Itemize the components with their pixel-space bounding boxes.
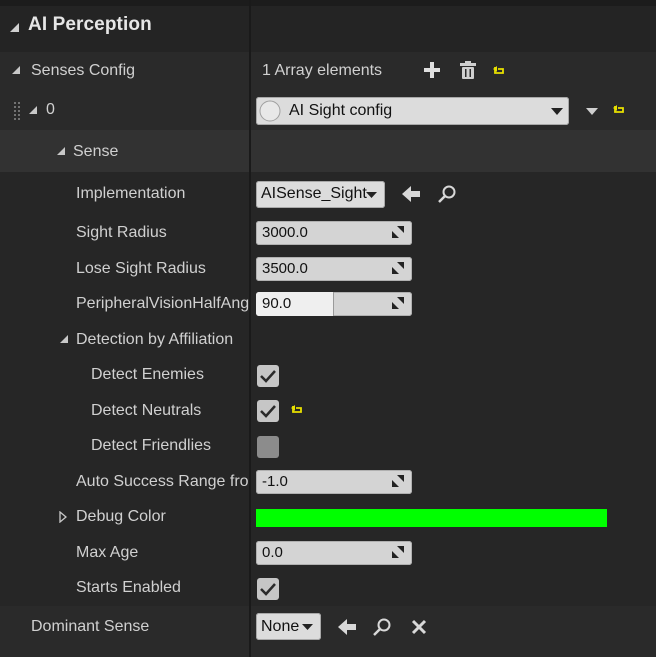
max-age-value: 0.0 bbox=[262, 544, 283, 561]
senses-config-row: Senses Config 1 Array elements bbox=[0, 52, 656, 90]
sense-category-row: Sense bbox=[0, 130, 656, 172]
checkmark-icon bbox=[260, 583, 276, 596]
lose-sight-radius-label: Lose Sight Radius bbox=[76, 260, 206, 277]
drag-handle-icon[interactable] bbox=[13, 101, 21, 121]
section-title: AI Perception bbox=[28, 14, 152, 35]
implementation-value: AISense_Sight bbox=[261, 185, 367, 202]
debug-color-swatch[interactable] bbox=[256, 509, 607, 527]
chevron-down-icon bbox=[551, 108, 563, 115]
clear-icon[interactable] bbox=[411, 619, 427, 635]
detect-enemies-label: Detect Enemies bbox=[91, 366, 204, 383]
element-options-chevron-icon[interactable] bbox=[586, 108, 598, 116]
max-age-input[interactable]: 0.0 bbox=[256, 541, 412, 565]
peripheral-vision-value: 90.0 bbox=[262, 295, 292, 312]
reset-to-default-icon[interactable] bbox=[291, 404, 303, 416]
chevron-down-icon bbox=[366, 192, 377, 198]
detect-friendlies-label: Detect Friendlies bbox=[91, 437, 212, 454]
auto-success-range-value: -1.0 bbox=[262, 473, 288, 490]
implementation-dropdown[interactable]: AISense_Sight bbox=[256, 181, 385, 208]
senses-config-label: Senses Config bbox=[31, 62, 136, 79]
expand-arrow-icon[interactable] bbox=[60, 335, 69, 344]
expand-arrow-collapsed-icon[interactable] bbox=[59, 511, 67, 523]
detect-enemies-checkbox[interactable] bbox=[257, 365, 279, 387]
dominant-sense-value: None bbox=[261, 618, 300, 635]
max-age-label: Max Age bbox=[76, 544, 139, 561]
dominant-sense-label: Dominant Sense bbox=[31, 618, 150, 635]
expand-arrow-icon[interactable] bbox=[29, 106, 38, 115]
implementation-label: Implementation bbox=[76, 185, 186, 202]
detect-neutrals-checkbox[interactable] bbox=[257, 400, 279, 422]
header-top-bar bbox=[0, 0, 656, 6]
auto-success-range-label: Auto Success Range fror bbox=[76, 473, 249, 490]
peripheral-vision-slider[interactable]: 90.0 bbox=[256, 292, 412, 316]
starts-enabled-checkbox[interactable] bbox=[257, 578, 279, 600]
reset-to-default-icon[interactable] bbox=[493, 65, 505, 77]
auto-success-range-input[interactable]: -1.0 bbox=[256, 470, 412, 494]
drag-value-icon bbox=[392, 546, 404, 558]
sense-config-value: AI Sight config bbox=[289, 102, 393, 119]
drag-value-icon bbox=[392, 262, 404, 274]
sight-radius-input[interactable]: 3000.0 bbox=[256, 221, 412, 245]
expand-arrow-icon[interactable] bbox=[12, 66, 21, 75]
search-icon[interactable] bbox=[438, 185, 456, 203]
sight-radius-value: 3000.0 bbox=[262, 224, 308, 241]
chevron-down-icon bbox=[302, 624, 313, 630]
array-element-0-row: 0 AI Sight config bbox=[0, 90, 656, 130]
expand-arrow-icon[interactable] bbox=[57, 147, 66, 156]
dominant-sense-dropdown[interactable]: None bbox=[256, 613, 321, 640]
class-icon bbox=[259, 100, 281, 122]
column-divider[interactable] bbox=[249, 0, 251, 657]
trash-icon[interactable] bbox=[460, 61, 476, 79]
debug-color-label: Debug Color bbox=[76, 508, 166, 525]
starts-enabled-label: Starts Enabled bbox=[76, 579, 181, 596]
use-selected-arrow-icon[interactable] bbox=[338, 618, 356, 636]
array-count-text: 1 Array elements bbox=[262, 62, 383, 79]
element-index-label: 0 bbox=[46, 101, 55, 118]
sight-radius-label: Sight Radius bbox=[76, 224, 167, 241]
peripheral-vision-label: PeripheralVisionHalfAng bbox=[76, 295, 249, 312]
lose-sight-radius-value: 3500.0 bbox=[262, 260, 308, 277]
checkmark-icon bbox=[260, 405, 276, 418]
reset-to-default-icon[interactable] bbox=[613, 104, 625, 116]
drag-value-icon bbox=[392, 475, 404, 487]
lose-sight-radius-input[interactable]: 3500.0 bbox=[256, 257, 412, 281]
sense-label: Sense bbox=[73, 143, 119, 160]
detect-friendlies-checkbox[interactable] bbox=[257, 436, 279, 458]
detect-neutrals-label: Detect Neutrals bbox=[91, 402, 202, 419]
detection-by-affiliation-label: Detection by Affiliation bbox=[76, 331, 234, 348]
checkmark-icon bbox=[260, 370, 276, 383]
drag-value-icon bbox=[392, 297, 404, 309]
use-selected-arrow-icon[interactable] bbox=[402, 185, 420, 203]
section-header[interactable]: AI Perception bbox=[0, 0, 656, 52]
collapse-arrow-icon[interactable] bbox=[10, 23, 20, 33]
search-icon[interactable] bbox=[373, 618, 391, 636]
drag-value-icon bbox=[392, 226, 404, 238]
sense-config-dropdown[interactable]: AI Sight config bbox=[256, 97, 569, 125]
add-element-icon[interactable] bbox=[424, 62, 440, 78]
